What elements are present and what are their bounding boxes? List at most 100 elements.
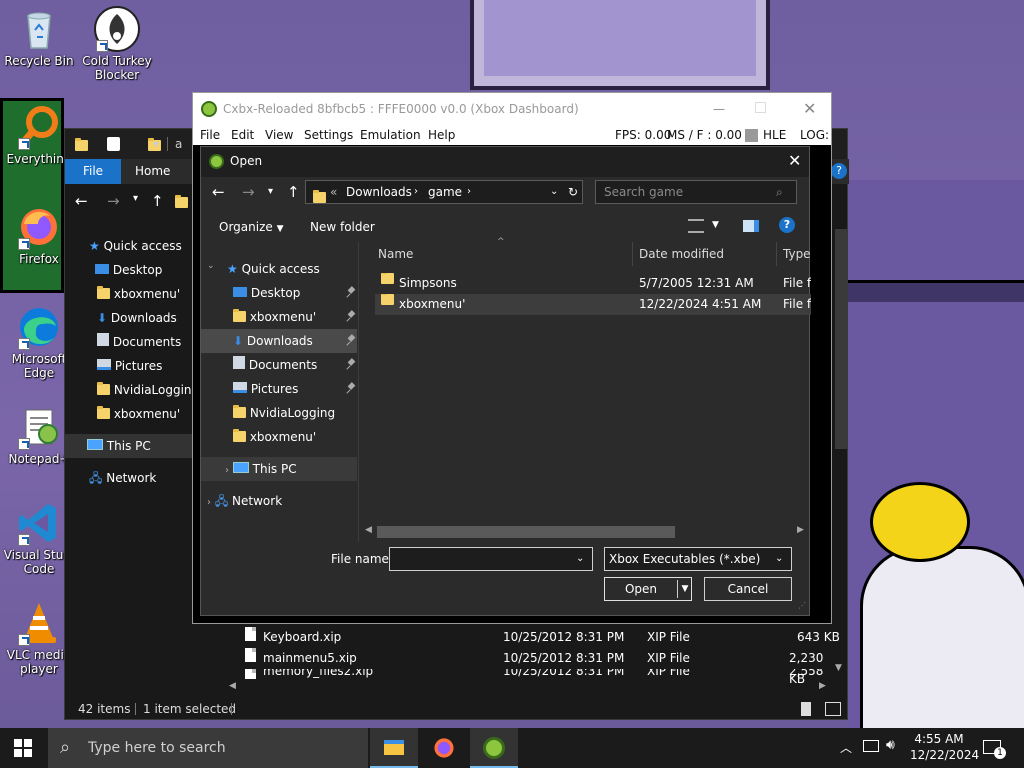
chevron-down-icon[interactable]: ⌄ — [576, 548, 584, 570]
column-header-date[interactable]: Date modified — [639, 242, 724, 266]
nav-xboxmenu-2[interactable]: xboxmenu' — [233, 425, 355, 449]
refresh-icon[interactable]: ↻ — [568, 181, 578, 203]
search-input[interactable]: Search game ⌕ — [595, 180, 797, 204]
back-arrow-icon[interactable]: ← — [212, 183, 225, 201]
column-divider[interactable] — [632, 242, 633, 266]
chevron-down-icon[interactable]: ⌄ — [207, 261, 215, 271]
nav-downloads[interactable]: ⬇ Downloads — [97, 306, 177, 330]
file-row[interactable]: Keyboard.xip 10/25/2012 8:31 PM XIP File… — [241, 627, 841, 648]
chevron-down-icon[interactable]: ⌄ — [775, 548, 783, 570]
column-divider[interactable] — [776, 242, 777, 266]
close-icon[interactable]: ✕ — [803, 93, 816, 125]
chevron-down-icon[interactable]: ⌄ — [550, 181, 558, 203]
file-row[interactable]: Simpsons 5/7/2005 12:31 AM File fo — [375, 273, 811, 294]
maximize-icon[interactable] — [755, 102, 766, 113]
scroll-left-icon[interactable]: ◀ — [229, 681, 236, 691]
nav-this-pc[interactable]: › This PC — [201, 457, 357, 481]
back-arrow-icon[interactable]: ← — [75, 192, 88, 210]
scroll-down-icon[interactable]: ▼ — [835, 663, 842, 673]
breadcrumb-downloads[interactable]: Downloads — [346, 181, 412, 203]
explorer-vscrollbar[interactable] — [835, 229, 847, 449]
nav-documents[interactable]: Documents — [97, 330, 181, 354]
breadcrumb-game[interactable]: game — [428, 181, 462, 203]
menu-settings[interactable]: Settings — [304, 125, 353, 145]
close-icon[interactable]: ✕ — [788, 147, 801, 175]
nav-xboxmenu[interactable]: xboxmenu' — [97, 282, 180, 306]
recent-locations-chevron-icon[interactable]: ▾ — [268, 186, 273, 197]
nav-downloads[interactable]: ⬇ Downloads — [201, 329, 357, 353]
open-button[interactable]: Open ▼ — [604, 577, 692, 601]
nav-xboxmenu-2[interactable]: xboxmenu' — [97, 402, 180, 426]
nav-documents[interactable]: Documents — [233, 353, 355, 377]
menu-file[interactable]: File — [200, 125, 220, 145]
taskbar-app-firefox[interactable] — [420, 728, 468, 768]
open-options-chevron-icon[interactable]: ▼ — [679, 578, 691, 600]
minimize-icon[interactable]: — — [713, 93, 725, 125]
recent-locations-chevron-icon[interactable]: ▾ — [133, 193, 138, 204]
file-type-select[interactable]: Xbox Executables (*.xbe) ⌄ — [604, 547, 792, 571]
menu-view[interactable]: View — [265, 125, 293, 145]
volume-icon[interactable]: 🔊︎ — [886, 737, 895, 753]
tab-home[interactable]: Home — [135, 159, 170, 184]
organize-button[interactable]: Organize ▼ — [219, 218, 284, 236]
preview-pane-icon[interactable] — [743, 220, 759, 232]
nav-nvidialogging[interactable]: NvidiaLogging — [97, 378, 199, 402]
forward-arrow-icon[interactable]: → — [242, 183, 255, 201]
scroll-right-icon[interactable]: ▶ — [797, 525, 804, 535]
details-view-icon[interactable] — [801, 702, 811, 716]
help-icon[interactable]: ? — [779, 217, 795, 233]
nav-desktop[interactable]: Desktop — [95, 258, 162, 282]
nav-quick-access[interactable]: ★ Quick access — [227, 257, 353, 281]
scrollbar-thumb[interactable] — [377, 526, 675, 538]
up-arrow-icon[interactable]: ↑ — [287, 183, 300, 201]
view-options-icon[interactable] — [688, 219, 704, 233]
column-header-name[interactable]: Name — [378, 242, 413, 266]
notification-center-icon[interactable]: 1 — [983, 740, 1006, 759]
network-status-icon[interactable] — [863, 740, 879, 752]
show-hidden-icons-chevron-icon[interactable]: ︿ — [840, 739, 852, 756]
resize-grip-icon[interactable]: ⋰ — [798, 601, 806, 610]
file-name-input[interactable]: ⌄ — [389, 547, 593, 571]
nav-this-pc[interactable]: This PC — [65, 434, 193, 458]
file-row[interactable]: xboxmenu' 12/22/2024 4:51 AM File fo — [375, 294, 811, 315]
tab-file[interactable]: File — [65, 159, 121, 184]
scroll-left-icon[interactable]: ◀ — [365, 525, 372, 535]
address-bar[interactable]: « Downloads › game › ⌄ ↻ — [305, 180, 583, 204]
desktop-icon-recycle-bin[interactable]: Recycle Bin — [0, 6, 78, 68]
file-list-hscrollbar[interactable]: ◀ ▶ — [363, 524, 807, 540]
open-file-dialog[interactable]: Open ✕ ← → ▾ ↑ « Downloads › game › ⌄ ↻ … — [200, 146, 811, 616]
column-header-type[interactable]: Type — [783, 242, 811, 266]
scroll-right-icon[interactable]: ▶ — [819, 681, 826, 691]
menu-edit[interactable]: Edit — [231, 125, 254, 145]
nav-xboxmenu[interactable]: xboxmenu' — [233, 305, 355, 329]
windows-start-icon[interactable] — [14, 739, 32, 757]
nav-pictures[interactable]: Pictures — [233, 377, 355, 401]
chevron-down-icon[interactable]: ▼ — [712, 220, 719, 230]
new-folder-button[interactable]: New folder — [310, 218, 375, 236]
chevron-right-icon[interactable]: › — [207, 497, 211, 508]
help-icon[interactable]: ? — [831, 163, 847, 179]
breadcrumb-overflow[interactable]: « — [330, 181, 337, 203]
quick-access-toolbar-dropdown-icon[interactable]: ▾ — [153, 137, 159, 151]
nav-quick-access[interactable]: ★ Quick access — [89, 234, 182, 258]
chevron-right-icon[interactable]: › — [225, 465, 229, 476]
menu-help[interactable]: Help — [428, 125, 455, 145]
nav-nvidialogging[interactable]: NvidiaLogging — [233, 401, 355, 425]
taskbar-app-cxbx[interactable] — [470, 728, 518, 768]
large-icons-view-icon[interactable] — [825, 702, 841, 716]
nav-desktop[interactable]: Desktop — [233, 281, 355, 305]
taskbar-search-box[interactable]: ⌕ Type here to search — [48, 728, 368, 768]
explorer-hscrollbar[interactable]: ◀ ▶ — [229, 681, 829, 695]
taskbar-app-file-explorer[interactable] — [370, 728, 418, 768]
cancel-button[interactable]: Cancel — [704, 577, 792, 601]
file-row[interactable]: memory_files2.xip 10/25/2012 8:31 PM XIP… — [241, 669, 841, 679]
nav-network[interactable]: 🖧 Network — [89, 466, 156, 490]
desktop-icon-cold-turkey[interactable]: Cold Turkey Blocker — [78, 6, 156, 82]
forward-arrow-icon[interactable]: → — [107, 192, 120, 210]
menu-emulation[interactable]: Emulation — [360, 125, 421, 145]
properties-icon[interactable] — [107, 137, 120, 151]
file-row[interactable]: mainmenu5.xip 10/25/2012 8:31 PM XIP Fil… — [241, 648, 841, 686]
up-arrow-icon[interactable]: ↑ — [151, 192, 164, 210]
nav-pictures[interactable]: Pictures — [97, 354, 162, 378]
nav-network[interactable]: › 🖧 Network — [207, 489, 357, 513]
